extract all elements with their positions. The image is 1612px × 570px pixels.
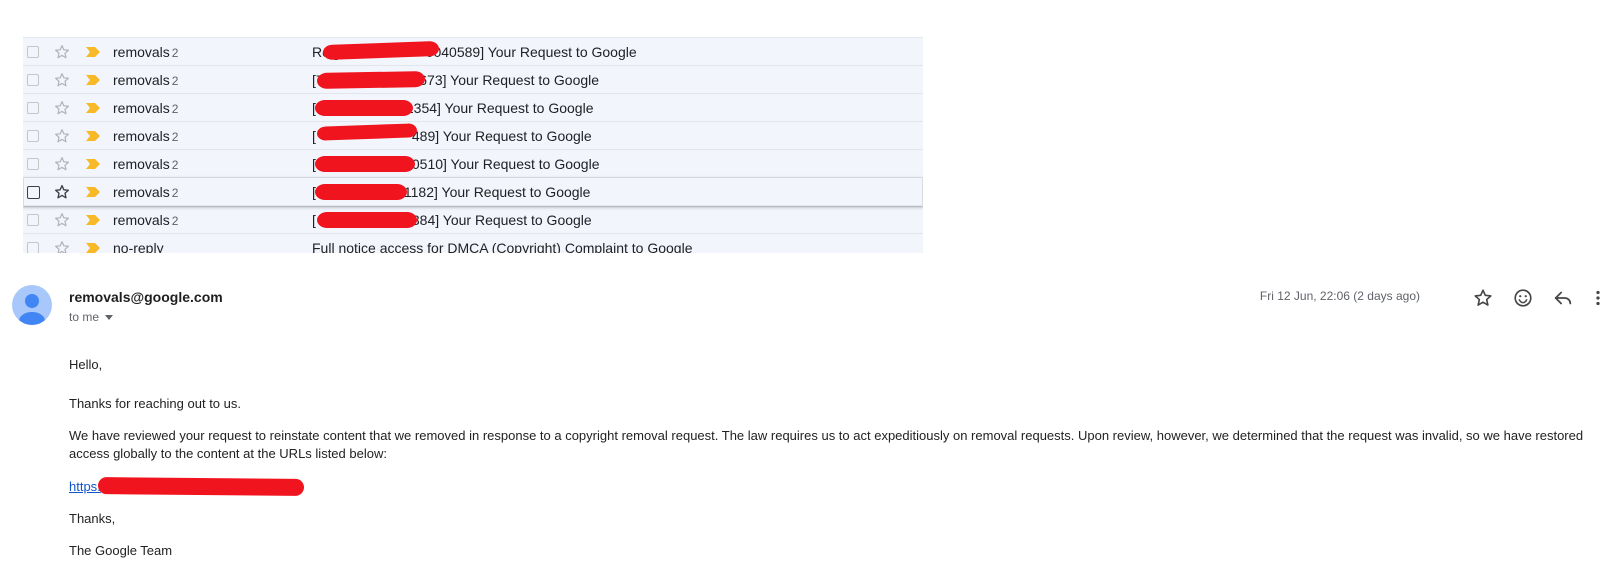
importance-marker-icon[interactable] (86, 159, 100, 169)
redaction-mark (317, 212, 417, 228)
message-row[interactable]: removals 2 [489] Your Request to Google (23, 122, 923, 150)
chevron-down-icon[interactable] (105, 314, 114, 320)
star-outline-icon[interactable] (53, 127, 71, 145)
redaction-mark (315, 156, 415, 172)
message-row[interactable]: removals 2 [1182] Your Request to Google (23, 178, 923, 206)
importance-marker-icon[interactable] (86, 103, 100, 113)
row-sender: removals 2 (113, 72, 179, 88)
row-checkbox[interactable] (27, 130, 39, 142)
row-subject: Full notice access for DMCA (Copyright) … (312, 240, 693, 253)
row-sender: removals 2 (113, 44, 179, 60)
email-date: Fri 12 Jun, 22:06 (2 days ago) (1259, 289, 1420, 303)
row-sender: removals 2 (113, 100, 179, 116)
row-checkbox[interactable] (27, 46, 39, 58)
message-row[interactable]: removals 2 [0510] Your Request to Google (23, 150, 923, 178)
signature-text: The Google Team (69, 543, 173, 558)
avatar[interactable] (12, 285, 52, 325)
importance-marker-icon[interactable] (86, 131, 100, 141)
importance-marker-icon[interactable] (86, 215, 100, 225)
sender-address[interactable]: removals@google.com (69, 289, 223, 305)
importance-marker-icon[interactable] (86, 187, 100, 197)
star-outline-icon[interactable] (53, 43, 71, 61)
recipient-details[interactable]: to me (69, 310, 114, 324)
redaction-mark (315, 100, 413, 116)
importance-marker-icon[interactable] (86, 47, 100, 57)
star-icon[interactable] (1472, 287, 1494, 309)
row-checkbox[interactable] (27, 186, 40, 199)
message-row[interactable]: removals2 Re:[0040589] Your Request to G… (23, 38, 923, 66)
greeting-text: Hello, (69, 357, 103, 372)
message-row[interactable]: removals 2 [1354] Your Request to Google (23, 94, 923, 122)
row-sender: removals 2 (113, 184, 179, 200)
recipient-label: to me (69, 310, 100, 324)
signoff-text: Thanks, (69, 511, 116, 526)
redaction-mark (315, 184, 407, 200)
importance-marker-icon[interactable] (86, 75, 100, 85)
row-sender: removals 2 (113, 212, 179, 228)
star-outline-icon[interactable] (53, 211, 71, 229)
redaction-mark (316, 71, 426, 89)
row-sender: removals 2 (113, 156, 179, 172)
message-row[interactable]: no-reply Full notice access for DMCA (Co… (23, 234, 923, 253)
intro-text: Thanks for reaching out to us. (69, 396, 241, 411)
person-icon (19, 294, 45, 325)
star-outline-icon[interactable] (53, 239, 71, 253)
content-url-link[interactable]: https: (69, 479, 101, 494)
body-paragraph: We have reviewed your request to reinsta… (69, 428, 1584, 461)
row-sender: no-reply (113, 240, 164, 253)
star-outline-icon[interactable] (53, 71, 71, 89)
reply-icon[interactable] (1552, 287, 1574, 309)
row-checkbox[interactable] (27, 242, 39, 253)
row-checkbox[interactable] (27, 102, 39, 114)
star-outline-icon[interactable] (53, 183, 71, 201)
message-list: removals2 Re:[0040589] Your Request to G… (23, 37, 923, 253)
redaction-mark (97, 477, 305, 496)
row-checkbox[interactable] (27, 158, 39, 170)
message-row[interactable]: removals2 [740673] Your Request to Googl… (23, 66, 923, 94)
emoji-reaction-icon[interactable] (1512, 287, 1534, 309)
star-outline-icon[interactable] (53, 99, 71, 117)
more-vertical-icon[interactable] (1590, 287, 1606, 309)
message-row[interactable]: removals 2 [384] Your Request to Google (23, 206, 923, 234)
row-checkbox[interactable] (27, 74, 39, 86)
row-checkbox[interactable] (27, 214, 39, 226)
row-sender: removals 2 (113, 128, 179, 144)
star-outline-icon[interactable] (53, 155, 71, 173)
importance-marker-icon[interactable] (86, 243, 100, 253)
